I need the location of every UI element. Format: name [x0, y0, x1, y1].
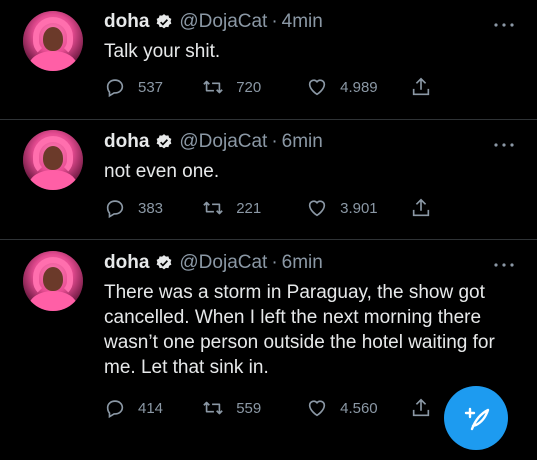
like-icon: [308, 400, 326, 417]
like-button[interactable]: 4.560: [306, 397, 410, 419]
share-icon: [412, 398, 430, 417]
reply-button[interactable]: 414: [104, 397, 202, 419]
share-button[interactable]: [410, 197, 444, 219]
tweet-header: doha @DojaCat · 6min: [104, 252, 323, 274]
more-icon[interactable]: [493, 262, 515, 268]
retweet-count: 720: [236, 78, 262, 96]
tweet[interactable]: doha @DojaCat · 4min Talk your shit. 537…: [0, 0, 537, 120]
compose-icon: [464, 407, 490, 431]
reply-count: 383: [138, 199, 164, 217]
like-icon: [308, 79, 326, 96]
tweet-actions: 383 221 3.901: [104, 197, 444, 219]
separator: ·: [271, 11, 278, 32]
compose-button[interactable]: [444, 386, 508, 450]
avatar[interactable]: [23, 11, 83, 71]
reply-button[interactable]: 537: [104, 76, 202, 98]
avatar[interactable]: [23, 130, 83, 190]
tweet-text: Talk your shit.: [104, 41, 221, 62]
separator: ·: [271, 252, 278, 273]
tweet[interactable]: doha @DojaCat · 6min not even one. 383 2…: [0, 120, 537, 240]
reply-button[interactable]: 383: [104, 197, 202, 219]
like-button[interactable]: 4.989: [306, 76, 410, 98]
verified-badge-icon: [157, 255, 172, 270]
handle[interactable]: @DojaCat: [179, 11, 267, 33]
retweet-button[interactable]: 720: [202, 76, 306, 98]
reply-count: 414: [138, 399, 164, 417]
share-button[interactable]: [410, 76, 444, 98]
retweet-icon: [203, 80, 223, 94]
tweet-header: doha @DojaCat · 6min: [104, 131, 323, 153]
tweet-actions: 414 559 4.560: [104, 397, 444, 419]
tweet-text: There was a storm in Paraguay, the show …: [104, 282, 495, 378]
retweet-button[interactable]: 559: [202, 397, 306, 419]
display-name[interactable]: doha: [104, 131, 149, 153]
display-name[interactable]: doha: [104, 11, 149, 33]
retweet-count: 559: [236, 399, 262, 417]
reply-icon: [106, 400, 124, 419]
handle[interactable]: @DojaCat: [179, 131, 267, 153]
avatar[interactable]: [23, 251, 83, 311]
retweet-count: 221: [236, 199, 262, 217]
retweet-icon: [203, 201, 223, 215]
like-count: 3.901: [340, 199, 378, 217]
verified-badge-icon: [157, 134, 172, 149]
share-icon: [412, 198, 430, 217]
timestamp[interactable]: 4min: [282, 11, 323, 33]
handle[interactable]: @DojaCat: [179, 252, 267, 274]
timestamp[interactable]: 6min: [282, 252, 323, 274]
like-count: 4.560: [340, 399, 378, 417]
tweet-header: doha @DojaCat · 4min: [104, 11, 323, 33]
verified-badge-icon: [157, 14, 172, 29]
share-icon: [412, 77, 430, 96]
timestamp[interactable]: 6min: [282, 131, 323, 153]
separator: ·: [271, 131, 278, 152]
like-icon: [308, 200, 326, 217]
tweet-text: not even one.: [104, 161, 220, 182]
more-icon[interactable]: [493, 142, 515, 148]
more-icon[interactable]: [493, 22, 515, 28]
reply-icon: [106, 200, 124, 219]
retweet-button[interactable]: 221: [202, 197, 306, 219]
reply-count: 537: [138, 78, 164, 96]
share-button[interactable]: [410, 397, 444, 419]
retweet-icon: [203, 401, 223, 415]
like-button[interactable]: 3.901: [306, 197, 410, 219]
like-count: 4.989: [340, 78, 378, 96]
tweet-actions: 537 720 4.989: [104, 76, 444, 98]
reply-icon: [106, 79, 124, 98]
display-name[interactable]: doha: [104, 252, 149, 274]
